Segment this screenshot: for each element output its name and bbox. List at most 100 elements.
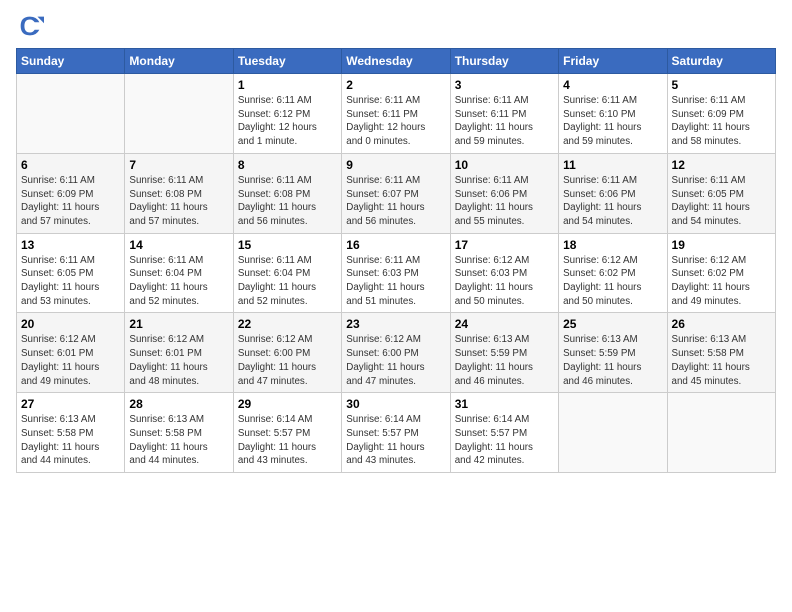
day-info: Sunrise: 6:12 AM Sunset: 6:02 PM Dayligh… bbox=[672, 254, 771, 309]
day-number: 17 bbox=[455, 238, 554, 252]
day-info: Sunrise: 6:13 AM Sunset: 5:59 PM Dayligh… bbox=[455, 333, 554, 388]
calendar-cell: 9 Sunrise: 6:11 AM Sunset: 6:07 PM Daylig… bbox=[342, 153, 450, 233]
weekday-wednesday: Wednesday bbox=[342, 49, 450, 74]
calendar-cell bbox=[125, 74, 233, 154]
calendar-cell: 5 Sunrise: 6:11 AM Sunset: 6:09 PM Daylig… bbox=[667, 74, 775, 154]
day-info: Sunrise: 6:11 AM Sunset: 6:08 PM Dayligh… bbox=[238, 174, 337, 229]
calendar-cell: 3 Sunrise: 6:11 AM Sunset: 6:11 PM Daylig… bbox=[450, 74, 558, 154]
calendar-cell bbox=[559, 393, 667, 473]
day-number: 10 bbox=[455, 158, 554, 172]
calendar-cell: 19 Sunrise: 6:12 AM Sunset: 6:02 PM Dayli… bbox=[667, 233, 775, 313]
weekday-tuesday: Tuesday bbox=[233, 49, 341, 74]
header bbox=[16, 12, 776, 40]
day-number: 28 bbox=[129, 397, 228, 411]
day-info: Sunrise: 6:11 AM Sunset: 6:04 PM Dayligh… bbox=[129, 254, 228, 309]
day-number: 15 bbox=[238, 238, 337, 252]
weekday-thursday: Thursday bbox=[450, 49, 558, 74]
day-info: Sunrise: 6:11 AM Sunset: 6:09 PM Dayligh… bbox=[672, 94, 771, 149]
day-number: 31 bbox=[455, 397, 554, 411]
day-number: 2 bbox=[346, 78, 445, 92]
day-info: Sunrise: 6:13 AM Sunset: 5:58 PM Dayligh… bbox=[129, 413, 228, 468]
day-number: 13 bbox=[21, 238, 120, 252]
day-info: Sunrise: 6:11 AM Sunset: 6:05 PM Dayligh… bbox=[672, 174, 771, 229]
calendar-cell: 1Sunrise: 6:11 AM Sunset: 6:12 PM Daylig… bbox=[233, 74, 341, 154]
day-number: 20 bbox=[21, 317, 120, 331]
day-number: 30 bbox=[346, 397, 445, 411]
calendar-week-1: 1Sunrise: 6:11 AM Sunset: 6:12 PM Daylig… bbox=[17, 74, 776, 154]
day-info: Sunrise: 6:11 AM Sunset: 6:07 PM Dayligh… bbox=[346, 174, 445, 229]
day-info: Sunrise: 6:14 AM Sunset: 5:57 PM Dayligh… bbox=[455, 413, 554, 468]
calendar-cell bbox=[667, 393, 775, 473]
day-number: 3 bbox=[455, 78, 554, 92]
calendar-cell: 12 Sunrise: 6:11 AM Sunset: 6:05 PM Dayli… bbox=[667, 153, 775, 233]
calendar-cell: 22 Sunrise: 6:12 AM Sunset: 6:00 PM Dayli… bbox=[233, 313, 341, 393]
day-number: 5 bbox=[672, 78, 771, 92]
calendar-cell: 15Sunrise: 6:11 AM Sunset: 6:04 PM Dayli… bbox=[233, 233, 341, 313]
day-number: 23 bbox=[346, 317, 445, 331]
day-number: 9 bbox=[346, 158, 445, 172]
day-number: 24 bbox=[455, 317, 554, 331]
calendar-cell: 29Sunrise: 6:14 AM Sunset: 5:57 PM Dayli… bbox=[233, 393, 341, 473]
calendar-cell: 28 Sunrise: 6:13 AM Sunset: 5:58 PM Dayli… bbox=[125, 393, 233, 473]
day-number: 22 bbox=[238, 317, 337, 331]
day-number: 11 bbox=[563, 158, 662, 172]
calendar-cell: 17 Sunrise: 6:12 AM Sunset: 6:03 PM Dayli… bbox=[450, 233, 558, 313]
day-info: Sunrise: 6:13 AM Sunset: 5:58 PM Dayligh… bbox=[672, 333, 771, 388]
calendar-cell: 24 Sunrise: 6:13 AM Sunset: 5:59 PM Dayli… bbox=[450, 313, 558, 393]
calendar-table: SundayMondayTuesdayWednesdayThursdayFrid… bbox=[16, 48, 776, 473]
calendar-cell: 25Sunrise: 6:13 AM Sunset: 5:59 PM Dayli… bbox=[559, 313, 667, 393]
day-number: 4 bbox=[563, 78, 662, 92]
weekday-sunday: Sunday bbox=[17, 49, 125, 74]
day-info: Sunrise: 6:12 AM Sunset: 6:01 PM Dayligh… bbox=[21, 333, 120, 388]
calendar-cell: 4 Sunrise: 6:11 AM Sunset: 6:10 PM Daylig… bbox=[559, 74, 667, 154]
calendar-cell: 13 Sunrise: 6:11 AM Sunset: 6:05 PM Dayli… bbox=[17, 233, 125, 313]
day-info: Sunrise: 6:11 AM Sunset: 6:09 PM Dayligh… bbox=[21, 174, 120, 229]
calendar-cell: 30 Sunrise: 6:14 AM Sunset: 5:57 PM Dayli… bbox=[342, 393, 450, 473]
day-number: 12 bbox=[672, 158, 771, 172]
day-number: 8 bbox=[238, 158, 337, 172]
logo-icon bbox=[16, 12, 44, 40]
calendar-cell: 8 Sunrise: 6:11 AM Sunset: 6:08 PM Daylig… bbox=[233, 153, 341, 233]
day-info: Sunrise: 6:11 AM Sunset: 6:06 PM Dayligh… bbox=[563, 174, 662, 229]
calendar-cell: 2 Sunrise: 6:11 AM Sunset: 6:11 PM Daylig… bbox=[342, 74, 450, 154]
calendar-week-2: 6 Sunrise: 6:11 AM Sunset: 6:09 PM Daylig… bbox=[17, 153, 776, 233]
calendar-week-5: 27 Sunrise: 6:13 AM Sunset: 5:58 PM Dayli… bbox=[17, 393, 776, 473]
calendar-cell: 27 Sunrise: 6:13 AM Sunset: 5:58 PM Dayli… bbox=[17, 393, 125, 473]
day-info: Sunrise: 6:12 AM Sunset: 6:03 PM Dayligh… bbox=[455, 254, 554, 309]
day-info: Sunrise: 6:12 AM Sunset: 6:00 PM Dayligh… bbox=[238, 333, 337, 388]
calendar-cell bbox=[17, 74, 125, 154]
weekday-header-row: SundayMondayTuesdayWednesdayThursdayFrid… bbox=[17, 49, 776, 74]
day-info: Sunrise: 6:11 AM Sunset: 6:12 PM Dayligh… bbox=[238, 94, 337, 149]
calendar-body: 1Sunrise: 6:11 AM Sunset: 6:12 PM Daylig… bbox=[17, 74, 776, 473]
day-info: Sunrise: 6:13 AM Sunset: 5:58 PM Dayligh… bbox=[21, 413, 120, 468]
day-info: Sunrise: 6:11 AM Sunset: 6:03 PM Dayligh… bbox=[346, 254, 445, 309]
day-info: Sunrise: 6:11 AM Sunset: 6:08 PM Dayligh… bbox=[129, 174, 228, 229]
calendar-cell: 26 Sunrise: 6:13 AM Sunset: 5:58 PM Dayli… bbox=[667, 313, 775, 393]
calendar-cell: 10Sunrise: 6:11 AM Sunset: 6:06 PM Dayli… bbox=[450, 153, 558, 233]
day-number: 27 bbox=[21, 397, 120, 411]
weekday-monday: Monday bbox=[125, 49, 233, 74]
day-number: 21 bbox=[129, 317, 228, 331]
day-number: 14 bbox=[129, 238, 228, 252]
logo bbox=[16, 12, 48, 40]
day-info: Sunrise: 6:11 AM Sunset: 6:05 PM Dayligh… bbox=[21, 254, 120, 309]
calendar-week-3: 13 Sunrise: 6:11 AM Sunset: 6:05 PM Dayli… bbox=[17, 233, 776, 313]
day-number: 16 bbox=[346, 238, 445, 252]
day-number: 7 bbox=[129, 158, 228, 172]
weekday-saturday: Saturday bbox=[667, 49, 775, 74]
day-number: 18 bbox=[563, 238, 662, 252]
day-number: 19 bbox=[672, 238, 771, 252]
day-info: Sunrise: 6:11 AM Sunset: 6:11 PM Dayligh… bbox=[455, 94, 554, 149]
calendar-week-4: 20 Sunrise: 6:12 AM Sunset: 6:01 PM Dayli… bbox=[17, 313, 776, 393]
day-number: 6 bbox=[21, 158, 120, 172]
calendar-header: SundayMondayTuesdayWednesdayThursdayFrid… bbox=[17, 49, 776, 74]
day-number: 25 bbox=[563, 317, 662, 331]
page-container: SundayMondayTuesdayWednesdayThursdayFrid… bbox=[0, 0, 792, 481]
calendar-cell: 23Sunrise: 6:12 AM Sunset: 6:00 PM Dayli… bbox=[342, 313, 450, 393]
calendar-cell: 20 Sunrise: 6:12 AM Sunset: 6:01 PM Dayli… bbox=[17, 313, 125, 393]
day-number: 29 bbox=[238, 397, 337, 411]
day-info: Sunrise: 6:11 AM Sunset: 6:10 PM Dayligh… bbox=[563, 94, 662, 149]
day-info: Sunrise: 6:14 AM Sunset: 5:57 PM Dayligh… bbox=[346, 413, 445, 468]
day-info: Sunrise: 6:11 AM Sunset: 6:11 PM Dayligh… bbox=[346, 94, 445, 149]
day-number: 26 bbox=[672, 317, 771, 331]
